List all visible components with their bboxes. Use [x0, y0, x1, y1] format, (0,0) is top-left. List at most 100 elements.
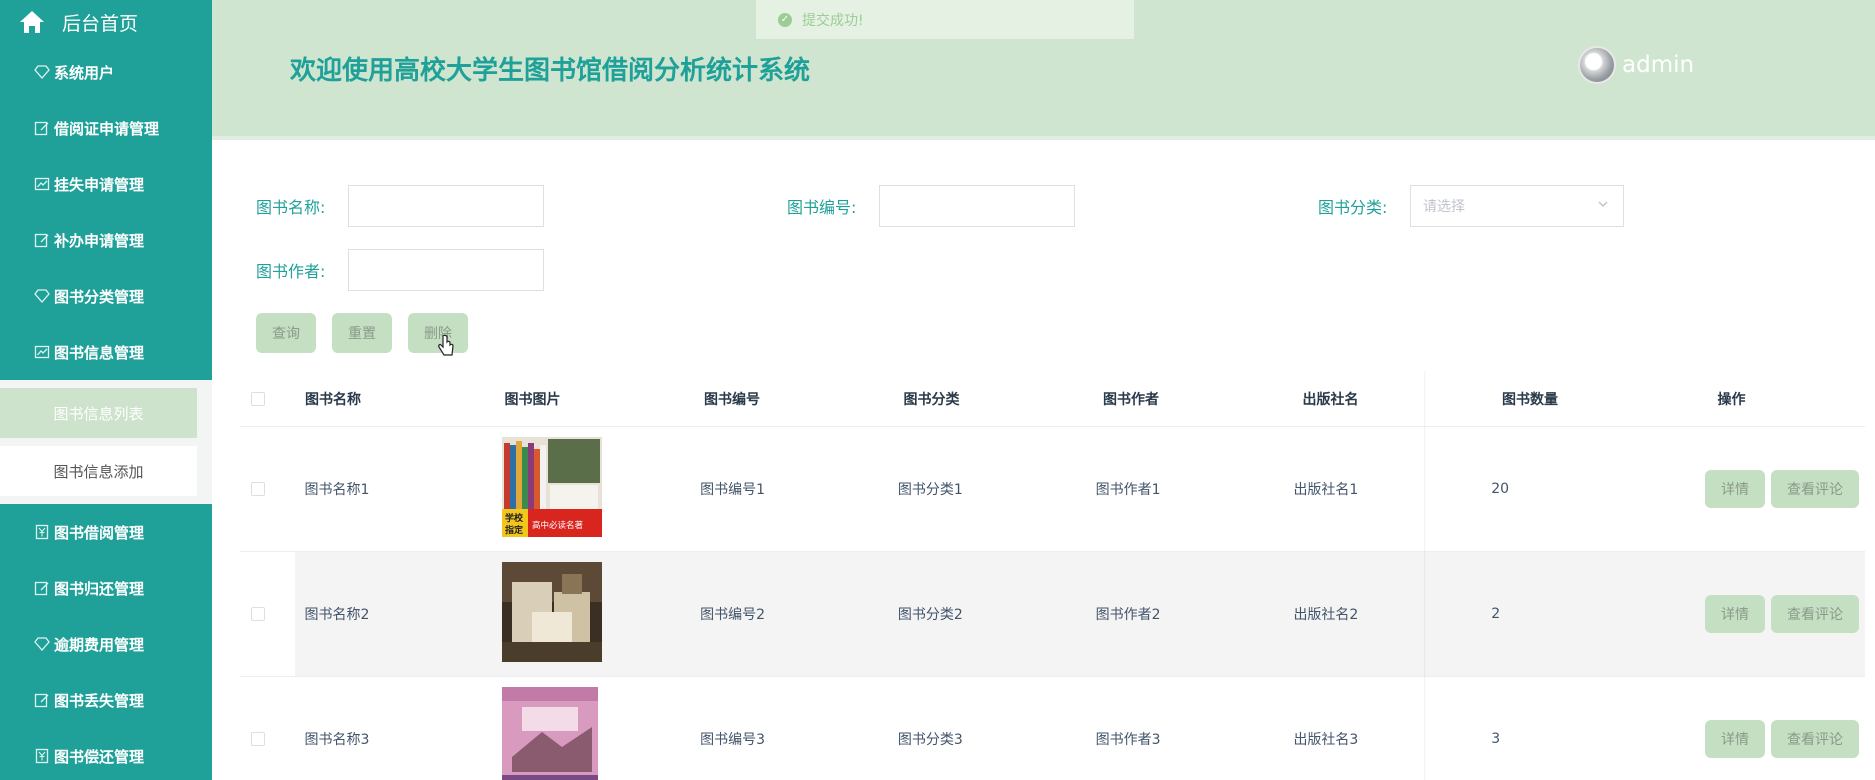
sidebar-item[interactable]: 补办申请管理	[0, 212, 212, 268]
chart-icon	[32, 342, 52, 362]
edit-icon	[32, 690, 52, 710]
book-category-label: 图书分类:	[1318, 198, 1388, 217]
book-category-select[interactable]: 请选择	[1410, 185, 1624, 227]
detail-button[interactable]: 详情	[1705, 470, 1765, 508]
sidebar-item[interactable]: 图书分类管理	[0, 268, 212, 324]
sidebar-home-label: 后台首页	[62, 12, 139, 35]
sidebar-item-label: 借阅证申请管理	[54, 119, 160, 138]
sidebar-item[interactable]: 挂失申请管理	[0, 156, 212, 212]
chevron-down-icon	[1597, 198, 1609, 214]
cell-publisher: 出版社名3	[1293, 732, 1359, 748]
cell-author: 图书作者2	[1095, 607, 1161, 623]
cell-name: 图书名称2	[304, 607, 370, 623]
book-cover-image	[502, 687, 599, 780]
cell-author: 图书作者1	[1095, 482, 1161, 498]
sidebar-item-label: 系统用户	[54, 63, 115, 82]
cell-number: 图书编号1	[700, 482, 766, 498]
column-header-publisher: 出版社名	[1302, 391, 1359, 408]
submenu-item-book-list[interactable]: 图书信息列表	[0, 388, 197, 438]
cell-publisher: 出版社名2	[1293, 607, 1359, 623]
yen-icon	[32, 522, 52, 542]
sidebar-item-label: 图书信息管理	[54, 343, 145, 362]
svg-text:学校: 学校	[505, 512, 524, 524]
book-author-input[interactable]	[348, 249, 544, 291]
table-row: 图书名称1 学校 指定 高中必读名著 图书编号1 图书分类1 图书作者1 出版社…	[240, 427, 1865, 552]
view-comments-button[interactable]: 查看评论	[1771, 595, 1859, 633]
sidebar-item-label: 补办申请管理	[54, 231, 145, 250]
cell-actions: 详情 查看评论	[1689, 552, 1865, 676]
svg-text:高中必读名著: 高中必读名著	[532, 520, 584, 531]
home-icon	[18, 7, 48, 37]
sidebar-item[interactable]: 图书信息管理	[0, 324, 212, 380]
view-comments-button[interactable]: 查看评论	[1771, 720, 1859, 758]
table-row: 图书名称2 图书编号2 图书分类2 图书作者2 出版社名2 2 详情 查看评论	[240, 552, 1865, 677]
column-header-number: 图书编号	[704, 391, 760, 408]
fixed-column-shadow	[1424, 371, 1426, 780]
cell-quantity: 20	[1491, 481, 1510, 497]
cell-name: 图书名称1	[304, 482, 370, 498]
sidebar-item-label: 图书偿还管理	[54, 747, 145, 766]
edit-icon	[32, 118, 52, 138]
chart-icon	[32, 174, 52, 194]
success-toast: ✓ 提交成功!	[756, 0, 1134, 39]
cell-actions: 详情 查看评论	[1689, 677, 1865, 780]
submenu-item-book-add[interactable]: 图书信息添加	[0, 446, 197, 496]
select-placeholder: 请选择	[1423, 199, 1465, 215]
user-menu[interactable]: admin	[1578, 46, 1694, 84]
sidebar-item[interactable]: 借阅证申请管理	[0, 100, 212, 156]
column-header-quantity: 图书数量	[1502, 391, 1558, 408]
row-checkbox[interactable]	[251, 607, 265, 621]
sidebar-home[interactable]: 后台首页	[0, 0, 212, 44]
book-name-input[interactable]	[348, 185, 544, 227]
book-number-input[interactable]	[879, 185, 1075, 227]
cell-actions: 详情 查看评论	[1689, 427, 1865, 551]
query-button[interactable]: 查询	[256, 313, 316, 353]
check-circle-icon: ✓	[778, 12, 792, 27]
edit-icon	[32, 230, 52, 250]
sidebar: 后台首页 系统用户借阅证申请管理挂失申请管理补办申请管理 图书分类管理 图书信息管理…	[0, 0, 212, 780]
view-comments-button[interactable]: 查看评论	[1771, 470, 1859, 508]
sidebar-item-label: 图书归还管理	[54, 579, 145, 598]
toast-message: 提交成功!	[802, 12, 864, 29]
column-header-image: 图书图片	[504, 391, 561, 408]
table-header: 图书名称 图书图片 图书编号 图书分类 图书作者 出版社名 图书数量 操作	[240, 371, 1865, 427]
sidebar-item[interactable]: 图书丢失管理	[0, 672, 212, 728]
sidebar-item[interactable]: 逾期费用管理	[0, 616, 212, 672]
book-name-label: 图书名称:	[256, 198, 326, 217]
page-title: 欢迎使用高校大学生图书馆借阅分析统计系统	[290, 56, 811, 86]
sidebar-item-label: 图书分类管理	[54, 287, 145, 306]
book-number-label: 图书编号:	[787, 198, 857, 217]
sidebar-item[interactable]: 图书归还管理	[0, 560, 212, 616]
cell-quantity: 3	[1491, 731, 1501, 747]
sidebar-item-label: 图书借阅管理	[54, 523, 145, 542]
sidebar-item[interactable]: 图书偿还管理	[0, 728, 212, 780]
book-cover-image: 学校 指定 高中必读名著	[502, 437, 603, 537]
column-header-author: 图书作者	[1103, 391, 1159, 408]
book-table: 图书名称 图书图片 图书编号 图书分类 图书作者 出版社名 图书数量 操作 图书…	[240, 371, 1865, 780]
select-all-checkbox[interactable]	[251, 391, 265, 406]
column-header-name: 图书名称	[305, 391, 361, 408]
user-name: admin	[1622, 52, 1695, 78]
cell-publisher: 出版社名1	[1293, 482, 1359, 498]
cell-author: 图书作者3	[1095, 732, 1161, 748]
sidebar-item-label: 逾期费用管理	[54, 635, 145, 654]
diamond-icon	[32, 62, 52, 82]
cell-category: 图书分类1	[897, 482, 963, 498]
column-header-category: 图书分类	[903, 391, 960, 408]
diamond-icon	[32, 634, 52, 654]
column-header-actions: 操作	[1717, 391, 1746, 408]
cell-number: 图书编号3	[700, 732, 766, 748]
yen-icon	[32, 746, 52, 766]
sidebar-item[interactable]: 图书借阅管理	[0, 504, 212, 560]
sidebar-item[interactable]: 系统用户	[0, 44, 212, 100]
reset-button[interactable]: 重置	[332, 313, 392, 353]
row-checkbox[interactable]	[251, 732, 265, 746]
sidebar-item-label: 图书丢失管理	[54, 691, 145, 710]
cell-category: 图书分类2	[897, 607, 963, 623]
sidebar-submenu: 图书信息列表 图书信息添加	[0, 380, 212, 504]
row-checkbox[interactable]	[251, 482, 265, 496]
detail-button[interactable]: 详情	[1705, 720, 1765, 758]
edit-icon	[32, 578, 52, 598]
detail-button[interactable]: 详情	[1705, 595, 1765, 633]
book-cover-image	[502, 562, 603, 662]
